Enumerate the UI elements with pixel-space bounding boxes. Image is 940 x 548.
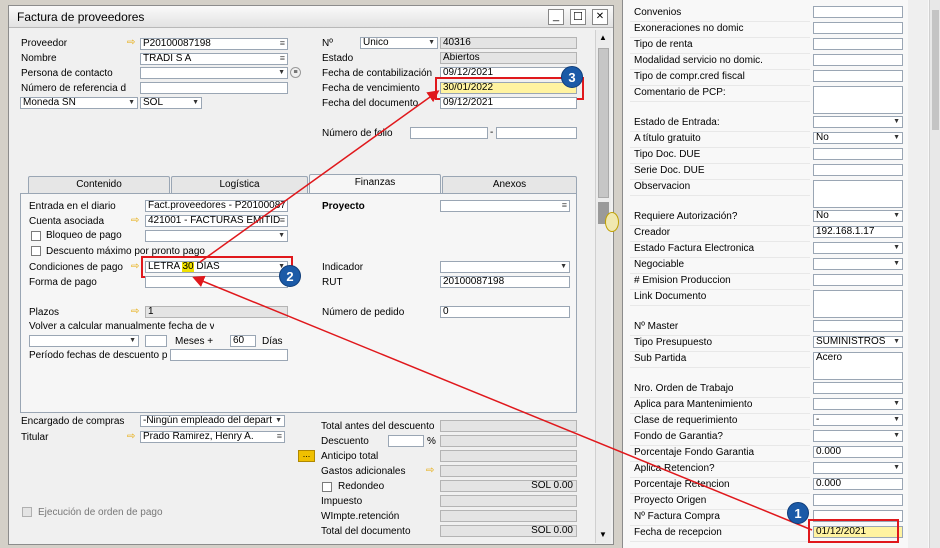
annotation-badge-1: 1 bbox=[787, 502, 809, 524]
arrow-2-to-3 bbox=[199, 90, 440, 263]
annotation-arrows bbox=[192, 90, 813, 531]
arrow-1-to-2 bbox=[192, 275, 813, 531]
annotation-badge-3: 3 bbox=[561, 66, 583, 88]
annotation-badge-2: 2 bbox=[279, 265, 301, 287]
